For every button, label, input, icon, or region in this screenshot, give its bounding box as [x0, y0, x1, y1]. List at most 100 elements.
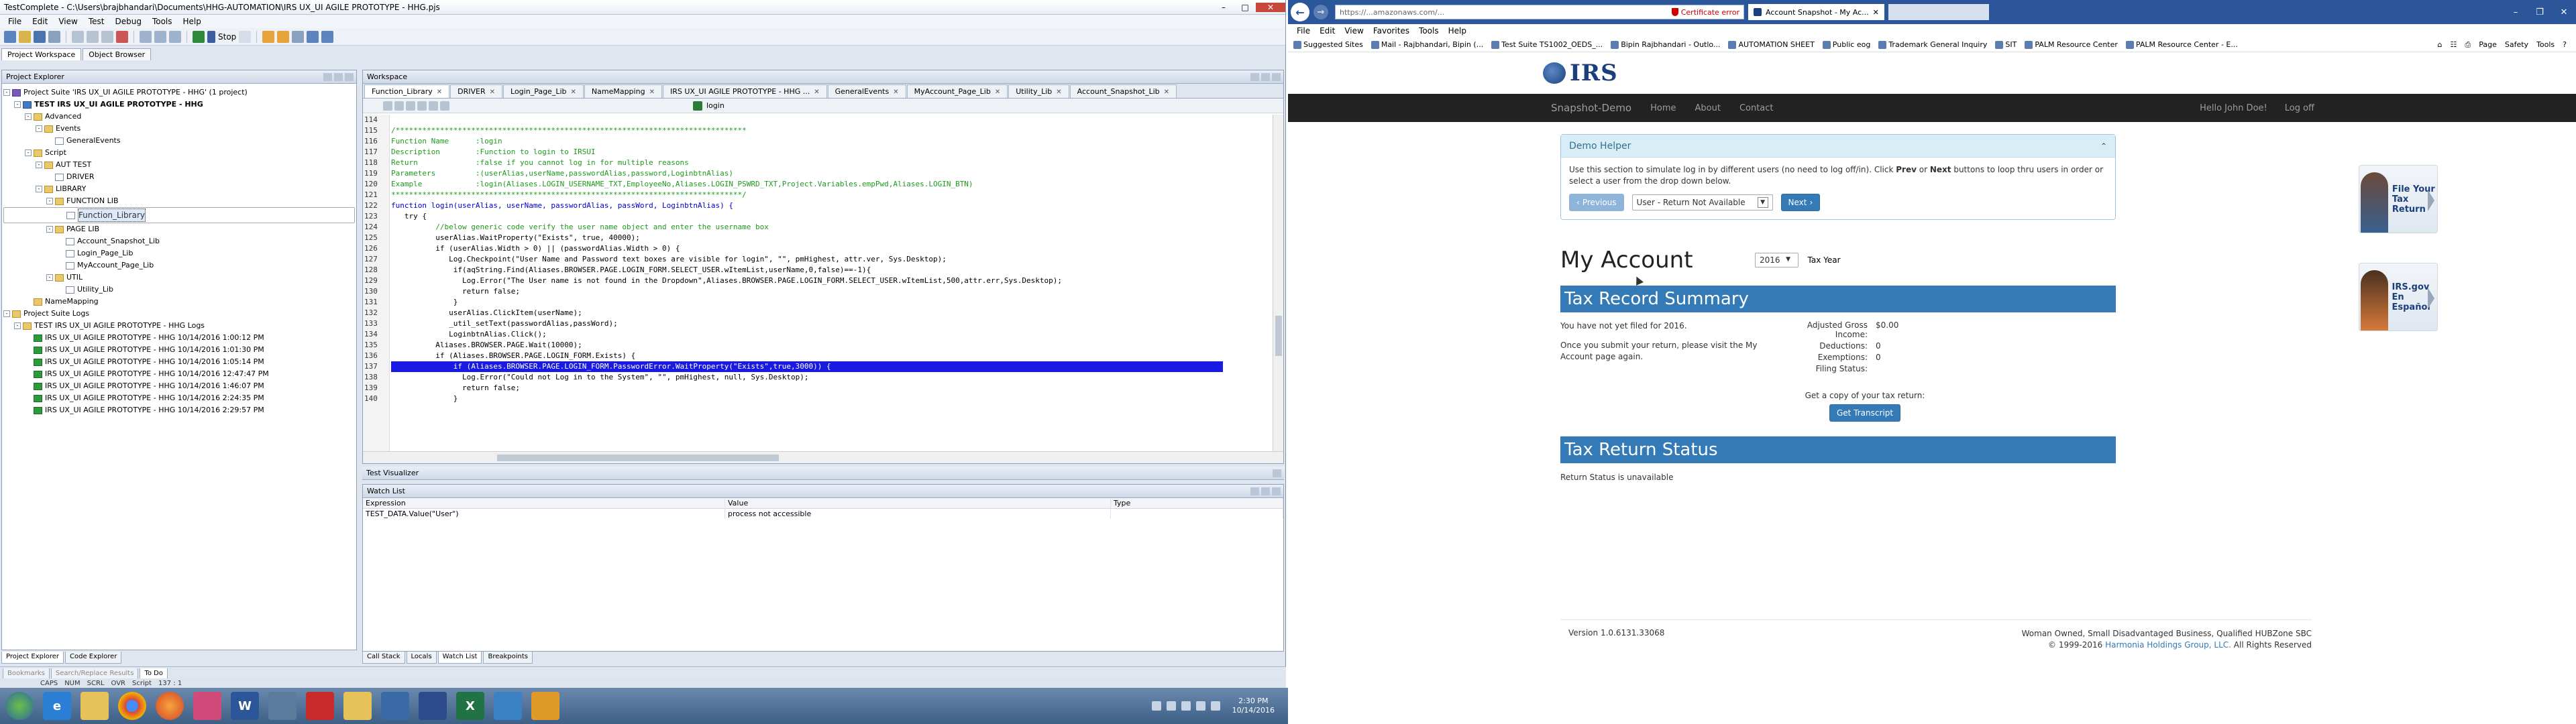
tab-search-results[interactable]: Search/Replace Results — [50, 668, 139, 679]
demo-helper-header[interactable]: Demo Helper ⌃ — [1561, 135, 2115, 158]
menu-file[interactable]: File — [3, 17, 27, 26]
chevron-up-icon[interactable]: ⌃ — [2100, 141, 2107, 151]
close-tab-icon[interactable]: ✕ — [649, 88, 655, 96]
editor-horizontal-scrollbar[interactable] — [363, 451, 1283, 463]
tab-project-explorer[interactable]: Project Explorer — [1, 652, 64, 664]
tree-item[interactable]: GeneralEvents — [3, 135, 355, 147]
previous-button[interactable]: ‹ Previous — [1569, 194, 1624, 211]
document-tab[interactable]: IRS UX_UI AGILE PROTOTYPE - HHG ... ✕ — [662, 84, 827, 98]
tree-item[interactable]: IRS UX_UI AGILE PROTOTYPE - HHG 10/14/20… — [3, 392, 355, 404]
app-icon[interactable] — [193, 692, 221, 720]
document-tab[interactable]: MyAccount_Page_Lib ✕ — [906, 84, 1008, 98]
tree-item[interactable]: - Advanced — [3, 111, 355, 123]
comment-icon[interactable] — [406, 101, 415, 111]
cut-icon[interactable] — [72, 30, 84, 43]
tab-breakpoints[interactable]: Breakpoints — [483, 652, 533, 664]
page-menu[interactable]: Page — [2479, 40, 2497, 50]
volume-icon[interactable] — [1210, 701, 1220, 711]
code-line[interactable]: 118 Return :false if you cannot log in fo… — [364, 158, 1223, 168]
routine-selector[interactable]: login — [693, 101, 724, 111]
menu-icon[interactable] — [1261, 487, 1270, 495]
code-line[interactable]: 126 if (userAlias.Width > 0) || (passwor… — [364, 243, 1223, 254]
breakpoint-icon[interactable] — [292, 30, 305, 43]
code-line[interactable]: 132 userAlias.ClickItem(userName); — [364, 308, 1223, 318]
column-expression[interactable]: Expression — [363, 498, 725, 509]
menu-edit[interactable]: Edit — [1315, 26, 1340, 36]
word-icon[interactable]: W — [231, 692, 259, 720]
layout-icon[interactable] — [321, 30, 334, 43]
close-icon[interactable] — [1272, 487, 1281, 495]
document-tab[interactable]: Login_Page_Lib ✕ — [503, 84, 584, 98]
restore-button[interactable]: ❐ — [2528, 7, 2552, 17]
print-icon[interactable]: ⎙ — [2465, 40, 2471, 50]
tree-item[interactable]: IRS UX_UI AGILE PROTOTYPE - HHG 10/14/20… — [3, 404, 355, 416]
address-bar[interactable]: https://...amazonaws.com/... Certificate… — [1335, 5, 1744, 19]
excel-icon[interactable]: X — [456, 692, 484, 720]
collapse-toggle-icon[interactable]: - — [25, 149, 32, 156]
menu-icon[interactable] — [334, 72, 343, 81]
tree-item[interactable]: IRS UX_UI AGILE PROTOTYPE - HHG 10/14/20… — [3, 380, 355, 392]
tree-item[interactable]: DRIVER — [3, 171, 355, 183]
tree-item[interactable]: - TEST IRS UX_UI AGILE PROTOTYPE - HHG — [3, 99, 355, 111]
close-tab-icon[interactable]: ✕ — [995, 88, 1000, 96]
menu-view[interactable]: View — [1340, 26, 1368, 36]
code-editor[interactable]: 114 115 /*********************************… — [363, 115, 1283, 463]
home-icon[interactable]: ⌂ — [2438, 40, 2443, 50]
nav-home[interactable]: Home — [1650, 103, 1676, 113]
code-line[interactable]: 130 return false; — [364, 286, 1223, 297]
tree-item[interactable]: - Project Suite 'IRS UX_UI AGILE PROTOTYP… — [3, 86, 355, 99]
save-all-icon[interactable] — [48, 30, 60, 43]
user-select[interactable]: User - Return Not Available ▼ — [1631, 194, 1773, 210]
clock[interactable]: 2:30 PM 10/14/2016 — [1232, 697, 1275, 715]
nav-about[interactable]: About — [1695, 103, 1721, 113]
code-line[interactable]: 128 if(aqString.Find(Aliases.BROWSER.PAG… — [364, 265, 1223, 276]
favorite-link[interactable]: Public eog — [1822, 40, 1870, 49]
address-url[interactable]: https://...amazonaws.com/... — [1340, 8, 1444, 17]
tools-menu[interactable]: Tools — [2536, 40, 2555, 50]
close-icon[interactable] — [345, 72, 354, 81]
delete-icon[interactable] — [116, 30, 128, 43]
collapse-toggle-icon[interactable]: - — [25, 113, 32, 120]
forward-arrow-icon[interactable]: → — [1313, 5, 1328, 19]
menu-tools[interactable]: Tools — [1414, 26, 1444, 36]
find-icon[interactable] — [440, 101, 449, 111]
tree-item[interactable]: IRS UX_UI AGILE PROTOTYPE - HHG 10/14/20… — [3, 332, 355, 344]
code-line[interactable]: 121 *************************************… — [364, 190, 1223, 200]
menu-file[interactable]: File — [1292, 26, 1315, 36]
menu-icon[interactable] — [1261, 72, 1270, 81]
document-tab[interactable]: Utility_Lib ✕ — [1008, 84, 1069, 98]
table-row[interactable]: TEST_DATA.Value("User") process not acce… — [363, 509, 1283, 519]
irs-espanol-promo[interactable]: IRS.gov En Español — [2359, 263, 2438, 331]
tray-icon[interactable] — [1151, 701, 1161, 711]
network-icon[interactable] — [1195, 701, 1205, 711]
tree-item[interactable]: MyAccount_Page_Lib — [3, 259, 355, 272]
tree-item[interactable]: Utility_Lib — [3, 284, 355, 296]
pin-icon[interactable] — [323, 72, 332, 81]
browser-tab-active[interactable]: Account Snapshot - My Ac... ✕ — [1748, 4, 1884, 20]
menu-test[interactable]: Test — [83, 17, 110, 26]
record-icon[interactable] — [140, 30, 152, 43]
menu-edit[interactable]: Edit — [27, 17, 53, 26]
favorite-link[interactable]: PALM Resource Center — [2025, 40, 2118, 49]
code-line[interactable]: 140 } — [364, 394, 1223, 404]
safety-menu[interactable]: Safety — [2505, 40, 2528, 50]
scroll-thumb[interactable] — [1275, 316, 1282, 356]
paste-icon[interactable] — [101, 30, 113, 43]
tree-item[interactable]: Login_Page_Lib — [3, 247, 355, 259]
collapse-toggle-icon[interactable]: - — [3, 310, 10, 317]
watch-expression[interactable]: TEST_DATA.Value("User") — [363, 509, 725, 519]
favorite-link[interactable]: Test Suite TS1002_OEDS_... — [1491, 40, 1603, 49]
close-tab-icon[interactable]: ✕ — [1056, 88, 1061, 96]
tab-locals[interactable]: Locals — [406, 652, 437, 664]
collapse-toggle-icon[interactable]: - — [14, 101, 21, 108]
window-icon[interactable] — [307, 30, 319, 43]
menu-favorites[interactable]: Favorites — [1368, 26, 1414, 36]
document-tab[interactable]: GeneralEvents ✕ — [827, 84, 906, 98]
nav-contact[interactable]: Contact — [1739, 103, 1774, 113]
tree-item[interactable]: - PAGE LIB — [3, 223, 355, 235]
code-line[interactable]: 133 _util_setText(passwordAlias,passWord… — [364, 318, 1223, 329]
checkpoint-icon[interactable] — [169, 30, 181, 43]
scroll-thumb[interactable] — [497, 455, 779, 461]
user-greeting[interactable]: Hello John Doe! — [2200, 103, 2267, 113]
code-line[interactable]: 134 LoginbtnAlias.Click(); — [364, 329, 1223, 340]
